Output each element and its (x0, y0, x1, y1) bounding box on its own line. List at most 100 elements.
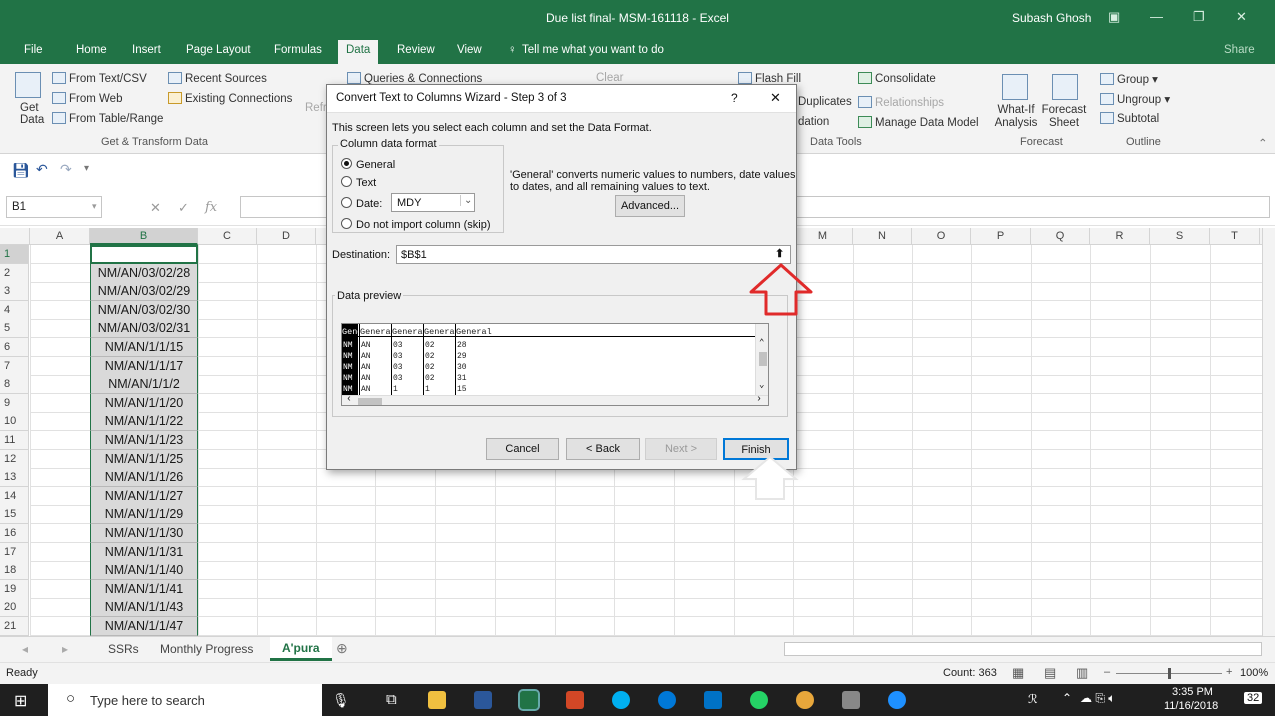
outlook-icon[interactable] (704, 691, 722, 709)
col-header[interactable]: T (1210, 228, 1260, 245)
radio-general[interactable]: General (341, 158, 395, 171)
tab-page-layout[interactable]: Page Layout (186, 44, 251, 56)
sheet-tab[interactable]: SSRs (108, 642, 139, 656)
word-icon[interactable] (474, 691, 492, 709)
tray-icons[interactable]: ☁ ⎘ 🔈︎ (1080, 691, 1115, 706)
cell-b[interactable]: NM/AN/1/1/15 (90, 338, 198, 357)
taskbar-search-box[interactable]: ○ Type here to search (48, 684, 322, 716)
tab-home[interactable]: Home (76, 44, 107, 56)
col-header[interactable]: S (1150, 228, 1210, 245)
subtotal-button[interactable]: Subtotal (1100, 112, 1159, 125)
row-header[interactable]: 10 (0, 412, 29, 431)
windows-start-icon[interactable]: ⊞ (14, 691, 27, 711)
undo-icon[interactable]: ↶ (36, 161, 48, 178)
next-button[interactable]: Next > (645, 438, 717, 460)
cell-b[interactable]: NM/AN/1/1/27 (90, 487, 198, 506)
ribbon-display-icon[interactable]: ▣ (1108, 9, 1120, 25)
whatsapp-icon[interactable] (750, 691, 768, 709)
row-header[interactable]: 20 (0, 598, 29, 617)
from-text-csv-button[interactable]: From Text/CSV (52, 72, 147, 85)
row-header[interactable]: 17 (0, 543, 29, 562)
radio-skip[interactable]: Do not import column (skip) (341, 218, 491, 231)
tab-insert[interactable]: Insert (132, 44, 161, 56)
cell-b[interactable]: NM/AN/03/02/28 (90, 264, 198, 283)
preview-scroll-thumb[interactable] (759, 352, 767, 366)
save-icon[interactable]: 💾︎ (12, 162, 30, 179)
notification-badge[interactable]: 32 (1244, 692, 1263, 704)
col-header[interactable]: C (198, 228, 257, 245)
cell-b[interactable]: NM/AN/1/1/31 (90, 543, 198, 562)
zoom-in-icon[interactable]: + (1226, 666, 1232, 678)
remove-duplicates-button[interactable]: Duplicates (798, 96, 852, 108)
clock-time[interactable]: 3:35 PM (1172, 686, 1213, 698)
preview-column-selected[interactable]: General NM NM NM NM NM (342, 324, 378, 395)
cell-b[interactable]: NM/AN/1/1/25 (90, 450, 198, 469)
row-header[interactable]: 21 (0, 617, 29, 636)
clock-date[interactable]: 11/16/2018 (1164, 700, 1218, 712)
row-header[interactable]: 19 (0, 580, 29, 599)
row-header[interactable]: 8 (0, 375, 29, 394)
edge-icon[interactable] (888, 691, 906, 709)
row-header[interactable]: 7 (0, 357, 29, 376)
cell-b[interactable]: NM/AN/1/1/30 (90, 524, 198, 543)
select-all-corner[interactable] (0, 228, 30, 245)
cell-b[interactable]: NM/AN/1/1/22 (90, 412, 198, 431)
chrome-icon[interactable] (796, 691, 814, 709)
cancel-button[interactable]: Cancel (486, 438, 559, 460)
skype-icon[interactable] (612, 691, 630, 709)
manage-data-model-button[interactable]: Manage Data Model (858, 116, 979, 129)
row-header[interactable]: 13 (0, 468, 29, 487)
cell-b[interactable]: NM/AN/03/02/31 (90, 319, 198, 338)
existing-connections-button[interactable]: Existing Connections (168, 92, 292, 105)
tab-formulas[interactable]: Formulas (274, 44, 322, 56)
group-button[interactable]: Group ▾ (1100, 72, 1158, 86)
row-header[interactable]: 6 (0, 338, 29, 357)
name-box[interactable]: B1 (6, 196, 102, 218)
preview-vertical-scrollbar[interactable]: ⌃ ⌄ (755, 324, 768, 395)
sheet-tab-active[interactable]: A'pura (270, 637, 332, 661)
col-header[interactable]: D (257, 228, 316, 245)
paint-icon[interactable] (842, 691, 860, 709)
dialog-close-button[interactable]: ✕ (770, 90, 781, 106)
zoom-out-icon[interactable]: – (1104, 666, 1110, 678)
tab-data[interactable]: Data (338, 40, 379, 64)
preview-hscroll-thumb[interactable] (358, 398, 382, 405)
tab-review[interactable]: Review (397, 44, 435, 56)
from-table-range-button[interactable]: From Table/Range (52, 112, 163, 125)
cell-b[interactable]: NM/AN/1/1/41 (90, 580, 198, 599)
date-format-select[interactable]: MDY ⌄ (391, 193, 475, 212)
sheet-tab[interactable]: Monthly Progress (160, 642, 253, 656)
tray-chevron-icon[interactable]: ⌃ (1062, 691, 1072, 705)
cell-b[interactable]: NM/AN/1/1/2 (90, 375, 198, 394)
user-name[interactable]: Subash Ghosh (1012, 11, 1091, 25)
insert-function-icon[interactable]: fx (205, 200, 217, 215)
radio-text[interactable]: Text (341, 176, 376, 189)
preview-column[interactable]: General 02 02 02 02 1 (423, 324, 455, 395)
what-if-button[interactable]: What-If Analysis (994, 104, 1038, 130)
col-header[interactable]: A (30, 228, 90, 245)
vertical-scrollbar[interactable] (1262, 228, 1275, 636)
share-button[interactable]: Share (1224, 44, 1255, 56)
cell-b[interactable]: NM/AN/1/1/43 (90, 598, 198, 617)
tab-file[interactable]: File (24, 44, 43, 56)
page-layout-view-icon[interactable]: ▤ (1044, 665, 1056, 681)
from-web-button[interactable]: From Web (52, 92, 122, 105)
horizontal-scrollbar[interactable] (784, 642, 1262, 656)
skype-business-icon[interactable] (658, 691, 676, 709)
cancel-formula-icon[interactable]: ✕ (150, 200, 161, 216)
add-sheet-icon[interactable]: ⊕ (336, 640, 348, 657)
row-header[interactable]: 16 (0, 524, 29, 543)
ungroup-button[interactable]: Ungroup ▾ (1100, 92, 1170, 106)
help-button[interactable]: ? (731, 91, 738, 105)
cell-b[interactable]: NM/AN/1/1/17 (90, 357, 198, 376)
col-header[interactable]: Q (1031, 228, 1090, 245)
row-header[interactable]: 5 (0, 319, 29, 338)
powerpoint-icon[interactable] (566, 691, 584, 709)
col-header[interactable]: N (853, 228, 912, 245)
col-header[interactable]: M (793, 228, 853, 245)
preview-column[interactable]: General AN AN AN AN AN (359, 324, 391, 395)
clear-button[interactable]: Clear (596, 72, 623, 84)
preview-column[interactable]: General 28 29 30 31 15 (455, 324, 755, 395)
col-header[interactable]: B (90, 228, 198, 245)
row-header[interactable]: 15 (0, 505, 29, 524)
